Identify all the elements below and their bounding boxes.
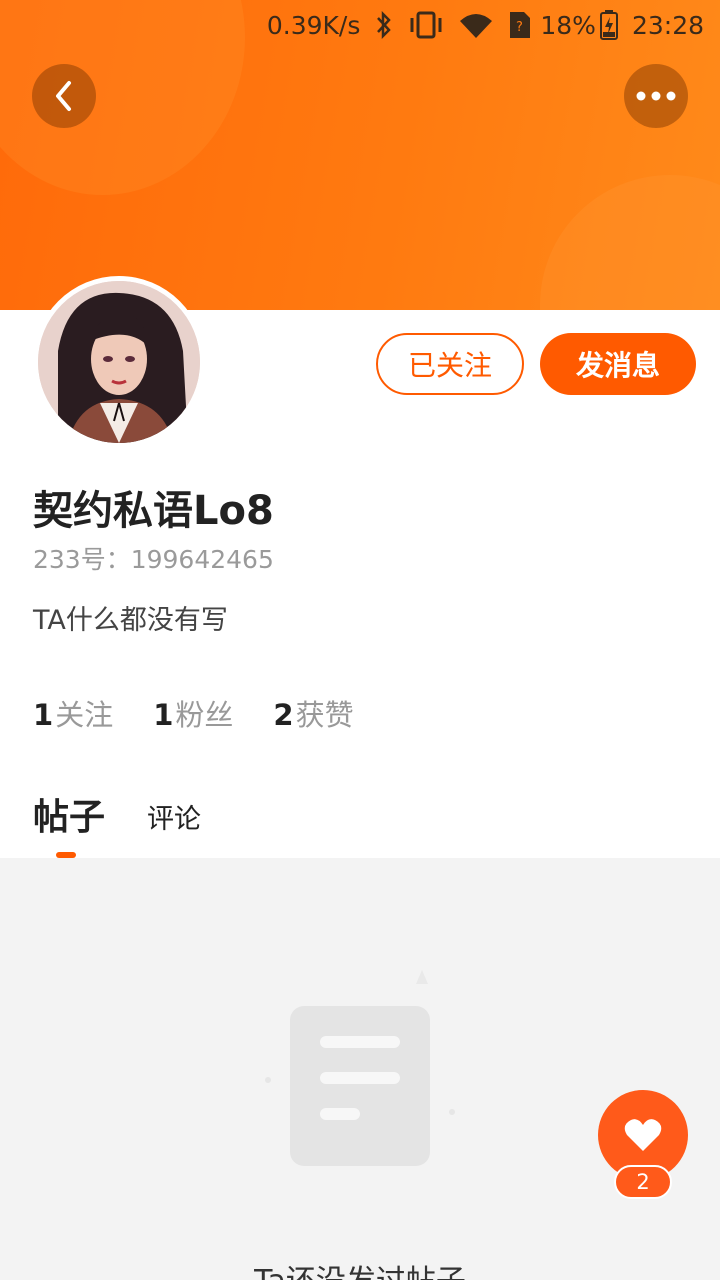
stat-label: 关注 — [55, 698, 114, 732]
chevron-left-icon — [56, 81, 71, 111]
stat-likes[interactable]: 2 获赞 — [273, 692, 353, 734]
tab-comments[interactable]: 评论 — [147, 797, 201, 836]
clock: 23:28 — [631, 10, 704, 40]
back-button[interactable] — [32, 64, 96, 128]
battery-charging-icon — [599, 10, 618, 40]
more-dots-icon — [636, 91, 676, 101]
stat-following[interactable]: 1 关注 — [33, 692, 113, 734]
bluetooth-icon — [374, 11, 394, 39]
profile-tabs: 帖子 评论 — [33, 788, 201, 840]
stat-number: 1 — [153, 698, 174, 732]
net-speed: 0.39K/s — [266, 10, 361, 40]
battery-percent: 18% — [540, 10, 596, 40]
tab-posts[interactable]: 帖子 — [33, 788, 105, 840]
stat-label: 获赞 — [295, 698, 354, 732]
svg-text:?: ? — [516, 20, 523, 35]
stat-followers[interactable]: 1 粉丝 — [153, 692, 233, 734]
user-bio: TA什么都没有写 — [33, 605, 228, 636]
stat-number: 1 — [33, 698, 54, 732]
wifi-icon — [458, 11, 494, 39]
like-count-badge: 2 — [614, 1165, 672, 1199]
status-bar: 0.39K/s ? 18% 23:28 — [0, 0, 720, 50]
avatar[interactable] — [33, 276, 205, 448]
avatar-image — [38, 281, 200, 443]
stat-label: 粉丝 — [175, 698, 234, 732]
user-id: 233号：199642465 — [33, 545, 274, 574]
sim-unknown-icon: ? — [508, 10, 532, 40]
document-icon — [262, 970, 462, 1174]
followed-button[interactable]: 已关注 — [376, 333, 524, 395]
heart-icon — [624, 1119, 662, 1151]
empty-state-text: Ta还没发过帖子 — [0, 1256, 720, 1280]
send-message-button[interactable]: 发消息 — [540, 333, 696, 395]
username: 契约私语Lo8 — [33, 488, 274, 534]
vibrate-icon — [408, 11, 444, 39]
more-options-button[interactable] — [624, 64, 688, 128]
banner-decoration — [540, 175, 720, 310]
stat-number: 2 — [273, 698, 294, 732]
profile-stats: 1 关注 1 粉丝 2 获赞 — [33, 692, 394, 734]
